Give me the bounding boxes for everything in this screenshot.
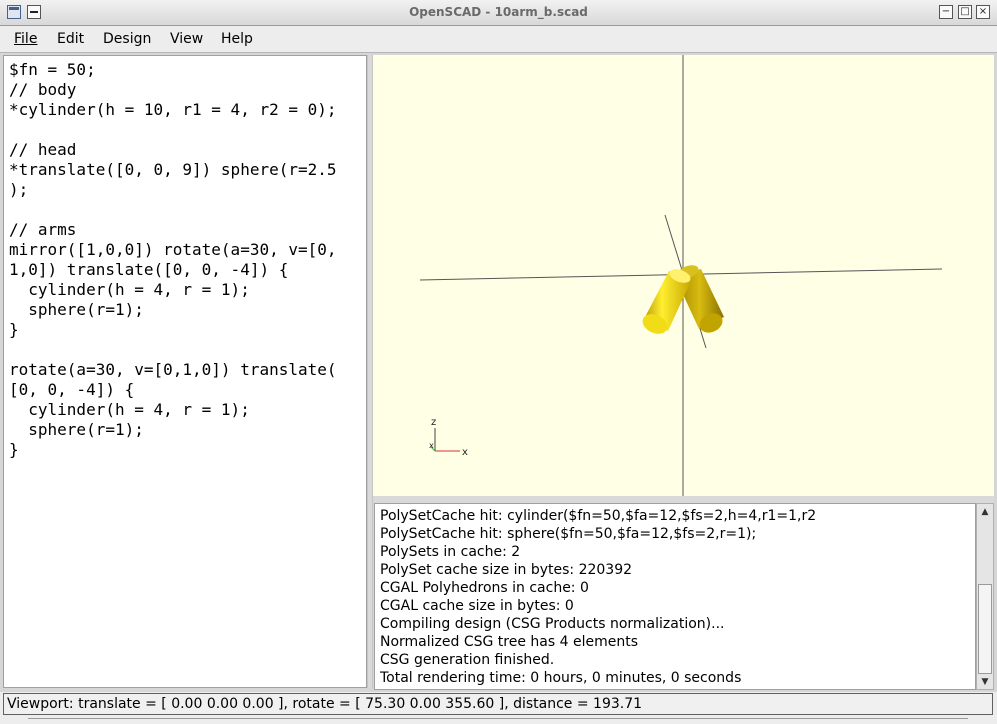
menu-file[interactable]: File — [14, 31, 37, 47]
console-line: PolySetCache hit: cylinder($fn=50,$fa=12… — [380, 508, 817, 524]
console-output[interactable]: PolySetCache hit: cylinder($fn=50,$fa=12… — [374, 503, 976, 690]
console-line: CGAL Polyhedrons in cache: 0 — [380, 580, 589, 596]
horizontal-splitter[interactable] — [373, 496, 994, 503]
console-line: CSG generation finished. — [380, 652, 555, 668]
console-line: CGAL cache size in bytes: 0 — [380, 598, 574, 614]
axis-gizmo: z x x — [429, 417, 468, 458]
console-line: PolySetCache hit: sphere($fn=50,$fa=12,$… — [380, 526, 757, 542]
scrollbar-thumb[interactable] — [978, 584, 992, 674]
console-line: PolySet cache size in bytes: 220392 — [380, 562, 633, 578]
console-line: Total rendering time: 0 hours, 0 minutes… — [380, 670, 742, 686]
menu-edit[interactable]: Edit — [57, 31, 84, 47]
console-line: PolySets in cache: 2 — [380, 544, 521, 560]
maximize-button[interactable]: □ — [958, 5, 972, 19]
viewport-canvas[interactable]: z x x — [373, 55, 994, 496]
menu-help[interactable]: Help — [221, 31, 253, 47]
gizmo-x-label: x — [462, 447, 468, 458]
window-title: OpenSCAD - 10arm_b.scad — [409, 5, 588, 19]
viewport-status-text: Viewport: translate = [ 0.00 0.00 0.00 ]… — [7, 696, 643, 712]
menu-view[interactable]: View — [170, 31, 203, 47]
scroll-up-arrow-icon[interactable]: ▲ — [979, 506, 991, 518]
resize-grip — [28, 718, 968, 722]
scroll-down-arrow-icon[interactable]: ▼ — [979, 676, 991, 688]
menu-bar: File Edit Design View Help — [0, 26, 997, 53]
gizmo-z-label: z — [431, 417, 436, 428]
menu-design[interactable]: Design — [103, 31, 151, 47]
console-scrollbar[interactable]: ▲ ▼ — [976, 503, 994, 690]
minimize-button[interactable]: − — [939, 5, 953, 19]
editor-text[interactable]: $fn = 50; // body *cylinder(h = 10, r1 =… — [4, 56, 366, 460]
left-arm-model — [642, 269, 691, 334]
title-bar: OpenSCAD - 10arm_b.scad − □ × — [0, 0, 997, 26]
3d-viewport[interactable]: z x x — [373, 55, 994, 496]
status-bar: Viewport: translate = [ 0.00 0.00 0.00 ]… — [0, 692, 997, 724]
status-box: Viewport: translate = [ 0.00 0.00 0.00 ]… — [3, 693, 993, 715]
close-button[interactable]: × — [976, 5, 990, 19]
code-editor[interactable]: $fn = 50; // body *cylinder(h = 10, r1 =… — [3, 55, 367, 688]
console-line: Compiling design (CSG Products normaliza… — [380, 616, 725, 632]
gizmo-y-label: x — [429, 441, 434, 450]
console-line: Normalized CSG tree has 4 elements — [380, 634, 638, 650]
